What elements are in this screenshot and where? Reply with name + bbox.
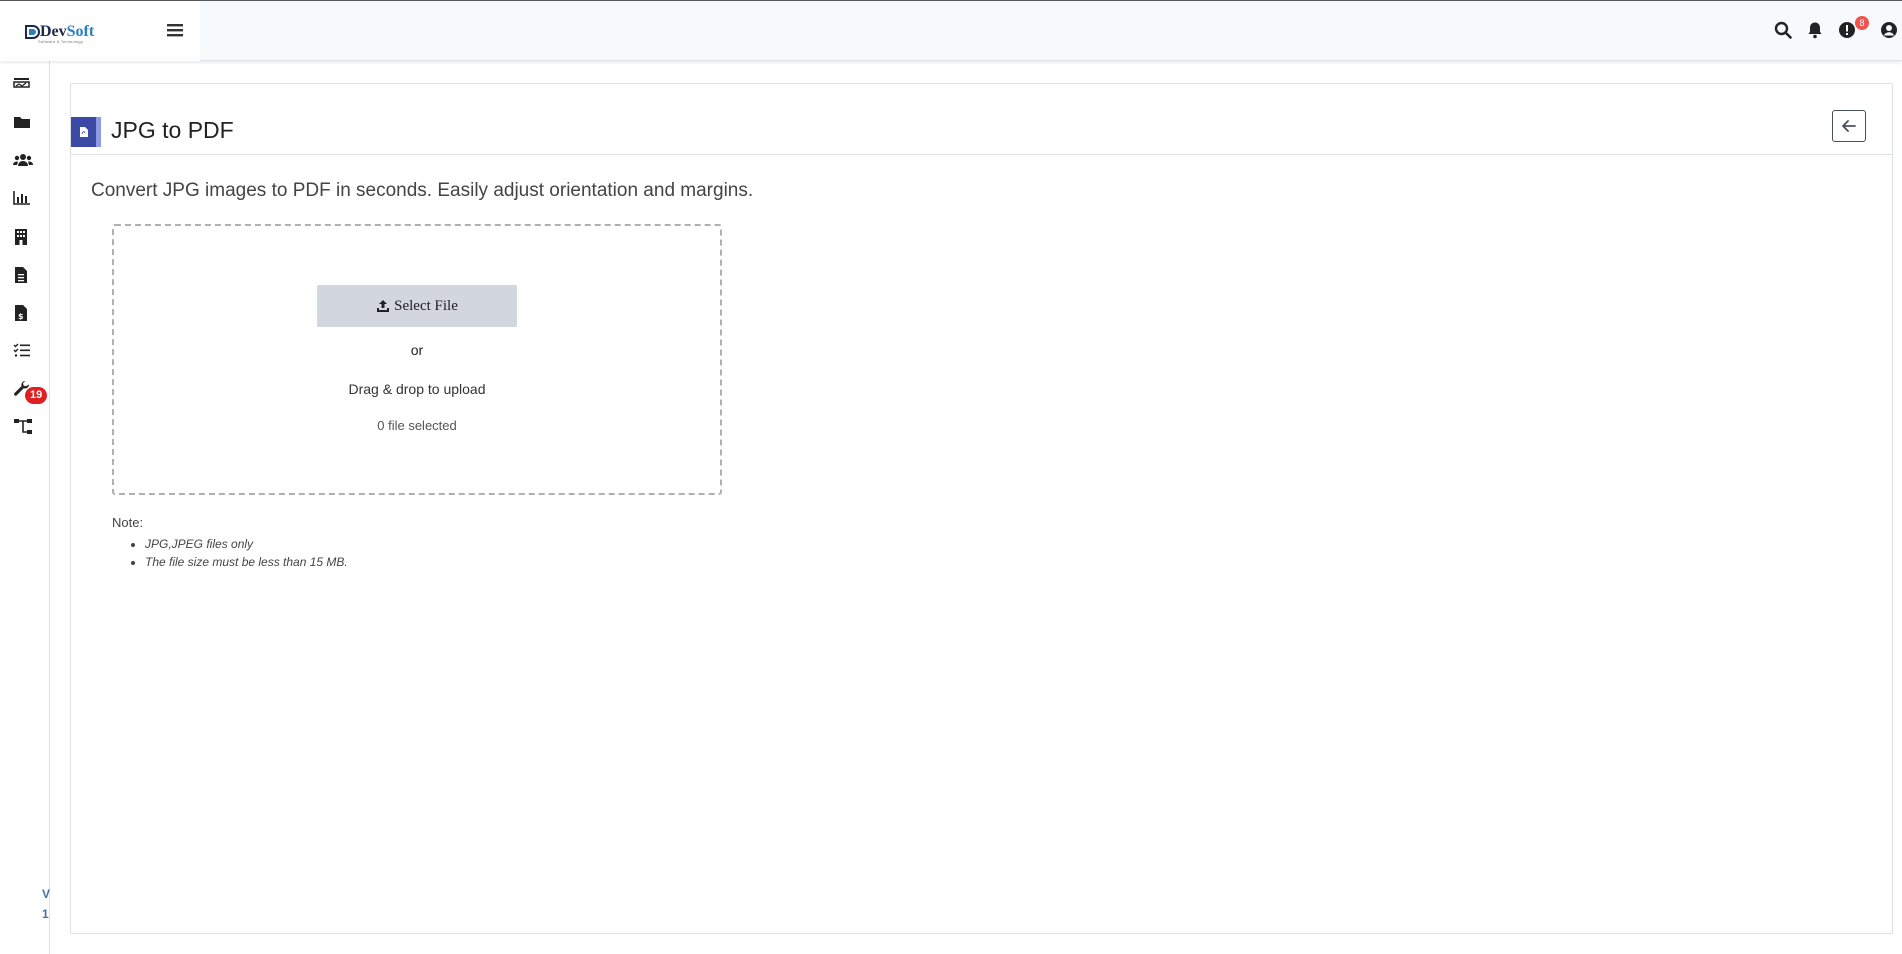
svg-text:$: $: [18, 312, 24, 321]
sidebar-item-dashboard[interactable]: [13, 76, 33, 96]
alert-count-badge: 8: [1855, 16, 1869, 30]
sidebar-item-tasks[interactable]: [13, 342, 33, 362]
or-separator: or: [410, 342, 424, 358]
note-item: The file size must be less than 15 MB.: [145, 555, 348, 569]
page-title: JPG to PDF: [111, 117, 234, 143]
page-description: Convert JPG images to PDF in seconds. Ea…: [91, 180, 754, 201]
sitemap-icon: [14, 419, 32, 434]
card-header: JPG to PDF: [71, 84, 1892, 155]
folder-icon: [14, 117, 30, 128]
chart-icon: [13, 191, 30, 205]
sidebar-item-files[interactable]: [13, 114, 33, 134]
version-label-line2: 1: [42, 907, 49, 921]
sidebar-item-reports[interactable]: [13, 190, 33, 210]
logo-area: DevSoft Software & Technology: [0, 1, 200, 61]
building-icon: [15, 229, 27, 245]
logo-icon: [25, 25, 40, 39]
note-list: JPG,JPEG files only The file size must b…: [145, 537, 348, 573]
menu-toggle-icon[interactable]: [166, 21, 184, 39]
file-icon: [15, 267, 27, 283]
arrow-left-icon: [1842, 120, 1856, 132]
upload-icon: [377, 300, 390, 312]
sidebar-item-users[interactable]: [13, 152, 33, 172]
file-count-text: 0 file selected: [377, 418, 457, 433]
tasks-count-badge: 19: [25, 387, 48, 404]
note-item: JPG,JPEG files only: [145, 537, 348, 551]
sidebar-item-company[interactable]: [13, 228, 33, 248]
select-file-button[interactable]: Select File: [317, 285, 517, 327]
sidebar-item-invoices[interactable]: $: [13, 304, 33, 324]
note-label: Note:: [112, 515, 144, 530]
select-file-label: Select File: [394, 297, 458, 314]
bell-icon[interactable]: [1806, 21, 1824, 39]
brand-tagline: Software & Technology: [38, 39, 84, 44]
pdf-file-icon: [71, 117, 101, 147]
sidebar: $ 19 V 1: [0, 61, 50, 954]
main-content: JPG to PDF Convert JPG images to PDF in …: [50, 61, 1902, 954]
dashboard-icon: [13, 78, 30, 88]
tasks-icon: [13, 343, 30, 357]
sidebar-item-workflow[interactable]: [13, 418, 33, 438]
file-dropzone[interactable]: Select File or Drag & drop to upload 0 f…: [112, 224, 722, 495]
users-icon: [13, 154, 33, 166]
top-navbar: DevSoft Software & Technology 8: [0, 0, 1902, 61]
invoice-icon: $: [15, 305, 27, 321]
version-label-line1: V: [42, 887, 51, 901]
tool-card: JPG to PDF Convert JPG images to PDF in …: [70, 83, 1893, 934]
alert-icon[interactable]: [1838, 21, 1856, 39]
user-icon[interactable]: [1880, 21, 1898, 39]
back-button[interactable]: [1832, 110, 1866, 142]
drag-drop-text: Drag & drop to upload: [348, 381, 486, 397]
sidebar-item-documents[interactable]: [13, 266, 33, 286]
search-icon[interactable]: [1774, 21, 1792, 39]
